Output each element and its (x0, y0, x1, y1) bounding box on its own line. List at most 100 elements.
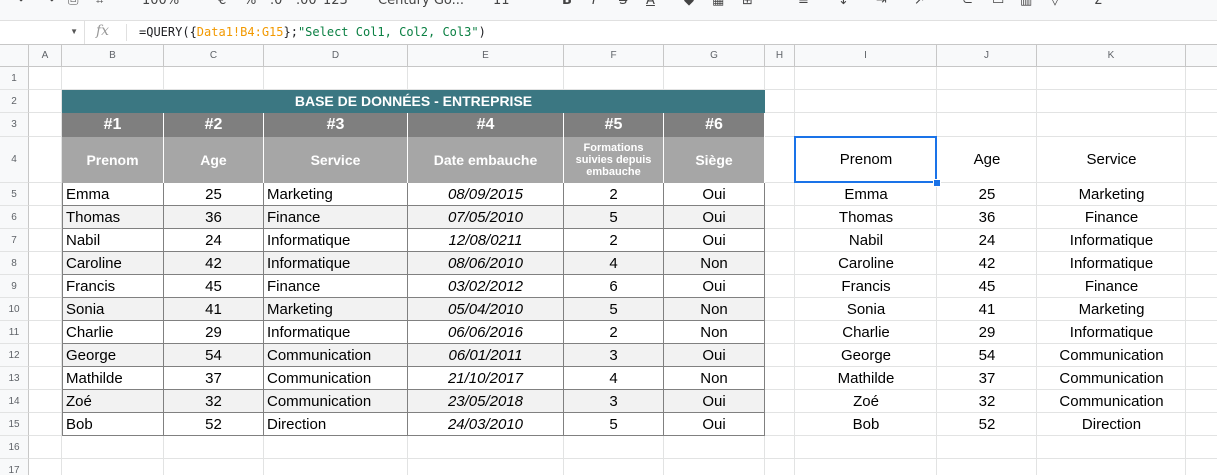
table-cell: 07/05/2010 (408, 206, 564, 229)
column-number-1: #1 (62, 113, 164, 137)
number-format-button[interactable]: 123 (323, 0, 348, 8)
row-header-7[interactable]: 7 (0, 229, 29, 252)
table-cell: 41 (164, 298, 264, 321)
column-header-i[interactable]: I (795, 45, 937, 67)
paint-format-icon[interactable]: ⌗ (96, 0, 103, 8)
result-cell: Nabil (848, 232, 884, 249)
result-cell: Thomas (838, 209, 894, 226)
table-cell: Communication (264, 344, 408, 367)
table-cell: 5 (564, 413, 664, 436)
table-cell: Finance (264, 206, 408, 229)
font-select[interactable]: Century Go... (378, 0, 464, 8)
name-box[interactable]: ▼ (0, 21, 85, 44)
formula-input[interactable]: =QUERY({Data1!B4:G15};"Select Col1, Col2… (139, 25, 486, 39)
formula-query-string: "Select Col1, Col2, Col3" (297, 25, 479, 39)
merge-icon[interactable]: ⊞ (742, 0, 753, 8)
row-header-4[interactable]: 4 (0, 137, 29, 183)
chart-icon[interactable]: ▥ (1020, 0, 1032, 8)
filter-icon[interactable]: ▽ (1050, 0, 1060, 8)
strikethrough-button[interactable]: S (619, 0, 627, 8)
row-header-10[interactable]: 10 (0, 298, 29, 321)
fill-color-icon[interactable]: ◆ (684, 0, 694, 8)
column-header-a[interactable]: A (29, 45, 62, 67)
row-header-5[interactable]: 5 (0, 183, 29, 206)
table-cell: 5 (564, 206, 664, 229)
functions-icon[interactable]: Σ (1094, 0, 1102, 8)
table-cell: Communication (264, 390, 408, 413)
formula-range-ref: Data1!B4:G15 (196, 25, 284, 39)
table-cell: 54 (164, 344, 264, 367)
row-header-2[interactable]: 2 (0, 90, 29, 113)
result-header: Age (973, 151, 1001, 168)
fill-handle[interactable] (933, 179, 941, 187)
row-header-11[interactable]: 11 (0, 321, 29, 344)
formula-separator (126, 24, 127, 41)
table-cell: 08/06/2010 (408, 252, 564, 275)
result-cell: Finance (1084, 278, 1139, 295)
wrap-icon[interactable]: ⇥ (876, 0, 887, 8)
table-cell: Francis (62, 275, 164, 298)
row-header-15[interactable]: 15 (0, 413, 29, 436)
row-header-13[interactable]: 13 (0, 367, 29, 390)
increase-decimal-button[interactable]: .00 (296, 0, 317, 8)
sheet-grid[interactable]: ABCDEFGHIJKL1234567891011121314151617BAS… (0, 45, 1217, 475)
link-icon[interactable]: ⊂ (962, 0, 973, 8)
column-number-6: #6 (664, 113, 765, 137)
italic-icon[interactable]: I (592, 0, 596, 8)
row-header-8[interactable]: 8 (0, 252, 29, 275)
table-cell: 6 (564, 275, 664, 298)
currency-button[interactable]: € (218, 0, 226, 8)
column-header-l[interactable]: L (1186, 45, 1217, 67)
table-cell: Non (664, 298, 765, 321)
column-header-k[interactable]: K (1037, 45, 1186, 67)
result-cell: Marketing (1078, 301, 1145, 318)
undo-icon[interactable]: ↶ (18, 0, 29, 8)
comment-icon[interactable]: ▭ (992, 0, 1004, 8)
active-cell-selection[interactable] (794, 136, 937, 183)
column-header-h[interactable]: H (765, 45, 795, 67)
decrease-decimal-button[interactable]: .0 (270, 0, 282, 8)
result-cell: 42 (978, 255, 996, 272)
column-header-c[interactable]: C (164, 45, 264, 67)
select-all-corner[interactable] (0, 45, 29, 67)
column-header-f[interactable]: F (564, 45, 664, 67)
column-number-2: #2 (164, 113, 264, 137)
bold-button[interactable]: B (562, 0, 572, 8)
row-header-12[interactable]: 12 (0, 344, 29, 367)
column-header-e[interactable]: E (408, 45, 564, 67)
table-cell: 03/02/2012 (408, 275, 564, 298)
column-header-j[interactable]: J (937, 45, 1037, 67)
result-cell: Informatique (1069, 255, 1154, 272)
row-header-16[interactable]: 16 (0, 436, 29, 459)
row-header-9[interactable]: 9 (0, 275, 29, 298)
table-cell: Oui (664, 344, 765, 367)
result-cell: Informatique (1069, 232, 1154, 249)
row-header-3[interactable]: 3 (0, 113, 29, 137)
result-cell: Mathilde (837, 370, 895, 387)
align-icon[interactable]: ≡ (798, 0, 809, 8)
table-cell: Sonia (62, 298, 164, 321)
row-header-17[interactable]: 17 (0, 459, 29, 475)
column-header-g[interactable]: G (664, 45, 765, 67)
result-cell: Charlie (842, 324, 890, 341)
row-header-14[interactable]: 14 (0, 390, 29, 413)
percent-button[interactable]: % (244, 0, 256, 8)
print-icon[interactable]: ⎙ (68, 0, 78, 8)
zoom-select[interactable]: 100% (142, 0, 179, 8)
row-header-1[interactable]: 1 (0, 67, 29, 90)
table-cell: 06/06/2016 (408, 321, 564, 344)
borders-icon[interactable]: ▦ (712, 0, 724, 8)
row-header-6[interactable]: 6 (0, 206, 29, 229)
text-color-button[interactable]: A (646, 0, 655, 8)
rotate-icon[interactable]: ↗ (914, 0, 925, 8)
column-header-label: Age (164, 137, 264, 183)
table-cell: 32 (164, 390, 264, 413)
column-header-d[interactable]: D (264, 45, 408, 67)
valign-icon[interactable]: ↕ (838, 0, 849, 8)
font-size-select[interactable]: 11 (493, 0, 510, 8)
table-title: BASE DE DONNÉES - ENTREPRISE (62, 90, 765, 113)
column-header-b[interactable]: B (62, 45, 164, 67)
redo-icon[interactable]: ↷ (44, 0, 55, 8)
table-cell: 37 (164, 367, 264, 390)
formula-prefix: =QUERY({ (139, 25, 197, 39)
